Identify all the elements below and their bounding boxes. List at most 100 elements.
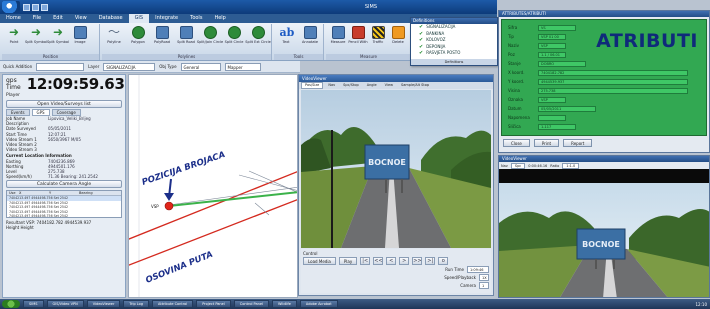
menu-gis[interactable]: GIS [128,14,150,23]
tab-view[interactable]: View [382,82,396,89]
menu-edit[interactable]: Edit [47,14,69,23]
tool-text[interactable]: ab Text [276,26,296,52]
tab-spc-stop[interactable]: Spc/Stop [340,82,362,89]
delete-icon [391,26,405,39]
taskbar-item[interactable]: SIMS [23,300,44,308]
attribute-field[interactable]: DOBRO [538,60,586,67]
tab-nav[interactable]: Nav [325,82,338,89]
save-icon[interactable] [23,3,30,11]
tool-pencil[interactable]: Pencil With [348,26,368,52]
tool-polyroad[interactable]: PolyRoad [152,26,172,52]
taskbar-item[interactable]: Control Panel [233,300,269,308]
tool-annotate[interactable]: Annotate [300,26,320,52]
menu-tools[interactable]: Tools [184,14,208,23]
quick-addition-input[interactable] [36,62,85,71]
record-icon[interactable]: o [438,257,449,265]
tool-split-symbol[interactable]: ➜ Split Symbol [25,26,47,52]
open-video-button[interactable]: Open Video/Surveys list [6,100,122,108]
tool-point[interactable]: ➜ Point [4,26,24,52]
video-frame-2[interactable]: BOCNOE [499,183,709,297]
redo-icon[interactable] [41,3,48,11]
tool-split-join-circle[interactable]: Split/Join Circle [197,26,223,52]
taskbar-item[interactable]: Wildlife [272,300,297,308]
menu-database[interactable]: Database [93,14,129,23]
attribute-field[interactable]: 275.738 [538,87,688,94]
tool-measure[interactable]: Measure [328,26,348,52]
close-button[interactable]: Close [503,139,530,147]
menu-integrate[interactable]: Integrate [149,14,184,23]
tool-image[interactable]: Image [70,26,90,52]
ribbon-group-measure: Measure Pencil With Traffic Delete Measu… [326,24,412,60]
tool-polyline[interactable]: 〜 Polyline [104,26,124,52]
camera-input[interactable]: 1 [479,281,489,289]
taskbar-item[interactable]: VideoViewer [86,300,121,308]
app-title: SIMS [364,4,377,10]
step-forward-icon[interactable]: > [399,257,410,265]
taskbar-item[interactable]: Trip Log [123,300,150,308]
play-button[interactable]: Play [338,257,358,265]
menu-help[interactable]: Help [208,14,231,23]
tool-split-symbol-2[interactable]: ➜ Split Symbol [47,26,69,52]
road-icon [155,26,169,39]
player-tabs: Events GPS Coverage [3,109,125,116]
tab-pos-size[interactable]: Pos/Size [301,82,324,89]
vsp-point[interactable] [164,201,174,211]
attribute-field[interactable]: 1-117 [538,123,576,130]
definition-item[interactable]: ✔ RASVJETA POSTO [411,50,497,57]
map-canvas[interactable]: VSP POZICIJA BROJACA OSOVINA PUTA [128,74,298,298]
menu-home[interactable]: Home [0,14,27,23]
tool-split-circle[interactable]: Split Circle [224,26,244,52]
speed-input[interactable]: 1X [479,273,489,281]
video-viewer-window: VideoViewer Pos/Size Nav Spc/Stop Angle … [298,74,494,296]
menu-view[interactable]: View [69,14,93,23]
first-frame-icon[interactable]: |< [360,257,371,265]
last-frame-icon[interactable]: >| [425,257,436,265]
spc-box[interactable]: Spc [510,162,526,169]
taskbar-item[interactable]: Project Panel [196,300,231,308]
app-logo-icon[interactable] [2,1,20,13]
run-time-input[interactable]: 1:09:46 [467,265,489,273]
layer-select[interactable]: SIGNALIZACIJA [103,62,156,71]
attribute-field[interactable]: 05/05/2011 [538,105,596,112]
taskbar-item[interactable]: Attribute Control [152,300,194,308]
tool-split-road[interactable]: Split Road [176,26,196,52]
taskbar-item[interactable]: GIS/Video VPN [46,300,84,308]
attribute-field[interactable]: VSP 01 00 [538,33,566,40]
attribute-field[interactable] [538,114,566,121]
taskbar-clock: 12:10 [695,301,707,307]
tab-gps[interactable]: GPS [31,109,50,116]
print-button[interactable]: Print [533,139,560,147]
tool-split-ext-circle[interactable]: Split Ext Circle [245,26,271,52]
tab-events[interactable]: Events [6,109,30,116]
ratio-box[interactable]: 1:1.0 [562,162,580,169]
tool-traffic[interactable]: Traffic [368,26,388,52]
tool-delete[interactable]: Delete [388,26,408,52]
attribute-field[interactable]: 1.1 / 06.01 [538,51,566,58]
calculate-camera-angle-button[interactable]: Calculate Camera Angle [6,180,122,189]
table-row[interactable]: 7404213.497 4944498.756 Set 2542 [7,214,121,219]
start-button[interactable] [2,300,20,308]
fast-forward-icon[interactable]: >> [412,257,423,265]
report-button[interactable]: Report [563,139,593,147]
arrow-icon: ➜ [8,25,20,39]
attribute-row: Oznaka VSP [508,96,566,103]
attribute-field[interactable]: 4944539.937 [538,78,688,85]
undo-icon[interactable] [32,3,39,11]
attribute-field[interactable]: VSP [538,42,566,49]
rewind-icon[interactable]: << [373,257,384,265]
attribute-field[interactable]: VS [538,24,576,31]
tool-polygon[interactable]: Polygon [128,26,148,52]
menu-file[interactable]: File [27,14,47,23]
tab-coverage[interactable]: Coverage [51,109,81,116]
tab-sample[interactable]: Sample/Alt Stop [398,82,432,89]
obj-type-select[interactable]: General [180,62,221,71]
attribute-field[interactable]: 7404182.782 [538,69,688,76]
step-back-icon[interactable]: < [386,257,397,265]
tab-angle[interactable]: Angle [364,82,380,89]
attribute-row: Sličica 1-117 [508,123,576,130]
taskbar-item[interactable]: Adobe Acrobat [299,300,338,308]
video-frame[interactable]: BOCNOE [301,90,491,248]
load-media-button[interactable]: Load Media [303,257,336,265]
view-select[interactable]: Mapper [224,62,261,71]
attribute-field[interactable]: VSP [538,96,566,103]
